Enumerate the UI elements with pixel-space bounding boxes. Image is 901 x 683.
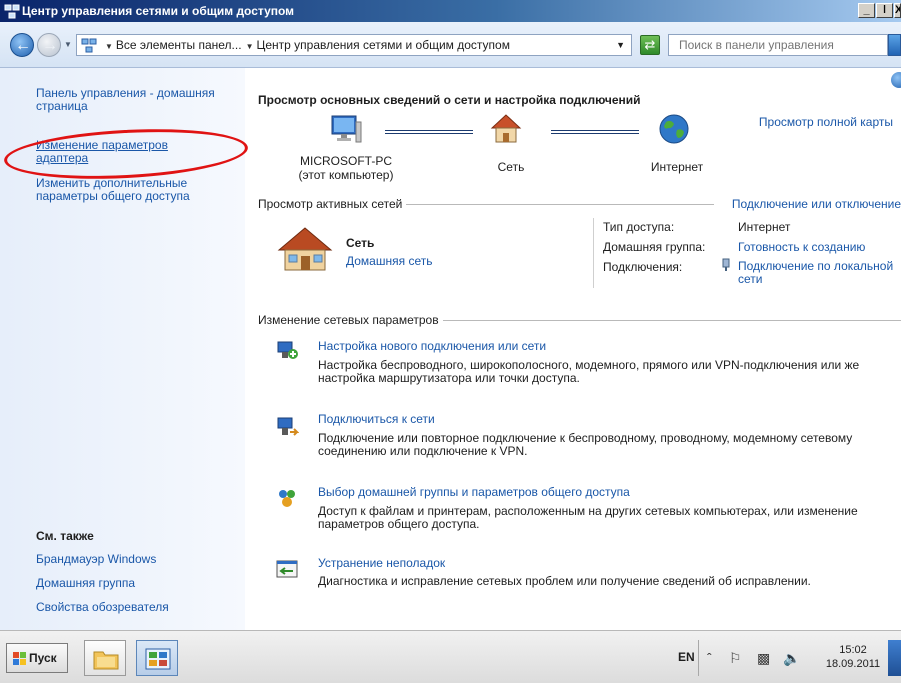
active-networks-heading: Просмотр активных сетей bbox=[258, 197, 407, 211]
homegroup-sharing-desc: Доступ к файлам и принтерам, расположенн… bbox=[318, 504, 858, 531]
connect-to-network-link[interactable]: Подключиться к сети bbox=[318, 412, 435, 426]
troubleshoot-desc: Диагностика и исправление сетевых пробле… bbox=[318, 574, 811, 588]
start-label: Пуск bbox=[29, 651, 57, 665]
section-divider bbox=[395, 204, 714, 205]
sidebar-link-advanced-sharing[interactable]: Изменить дополнительные параметры общего… bbox=[36, 177, 226, 203]
lan-connection-link[interactable]: Подключение по локальной сети bbox=[738, 260, 901, 286]
connect-to-network-desc: Подключение или повторное подключение к … bbox=[318, 431, 853, 458]
clock[interactable]: 15:02 18.09.2011 bbox=[825, 643, 881, 671]
network-center-icon bbox=[4, 4, 20, 19]
maximize-button[interactable]: ǀ bbox=[876, 3, 893, 18]
connector-line bbox=[385, 130, 473, 134]
clock-date: 18.09.2011 bbox=[825, 658, 881, 670]
address-dropdown-icon[interactable]: ▼ bbox=[616, 35, 625, 55]
control-panel-icon bbox=[81, 38, 97, 53]
refresh-icon: ⇄ bbox=[644, 37, 656, 52]
main-content: Просмотр основных сведений о сети и наст… bbox=[245, 68, 901, 630]
volume-icon[interactable]: 🔈 bbox=[783, 650, 800, 667]
action-center-flag-icon[interactable]: ⚐ bbox=[729, 650, 742, 667]
page-title: Просмотр основных сведений о сети и наст… bbox=[258, 93, 641, 107]
taskbar: Пуск EN ˆ ⚐ ▩ 🔈 15:02 18.09.2011 bbox=[0, 630, 901, 683]
access-type-label: Тип доступа: bbox=[603, 220, 675, 234]
internet-label: Интернет bbox=[650, 160, 704, 174]
taskbar-explorer-button[interactable] bbox=[84, 640, 126, 676]
back-button[interactable]: ← bbox=[10, 33, 34, 57]
computer-icon[interactable] bbox=[329, 112, 363, 146]
sidebar-link-home[interactable]: Панель управления - домашняя страница bbox=[36, 87, 231, 113]
connect-disconnect-link[interactable]: Подключение или отключение bbox=[727, 197, 901, 211]
arrow-right-icon: → bbox=[42, 37, 58, 54]
network-label: Сеть bbox=[497, 160, 525, 174]
sidebar: Панель управления - домашняя страница Из… bbox=[0, 68, 250, 630]
access-type-value: Интернет bbox=[738, 220, 791, 234]
lan-connection-icon bbox=[722, 258, 730, 271]
minimize-button[interactable]: _ bbox=[858, 3, 875, 18]
system-tray: ˆ ⚐ ▩ 🔈 15:02 18.09.2011 bbox=[698, 640, 886, 676]
house-network-icon[interactable] bbox=[489, 112, 523, 146]
breadcrumb-all-items[interactable]: Все элементы панел... bbox=[116, 38, 242, 52]
vertical-divider bbox=[593, 218, 594, 288]
troubleshoot-link[interactable]: Устранение неполадок bbox=[318, 556, 445, 570]
sidebar-link-internet-options[interactable]: Свойства обозревателя bbox=[36, 601, 169, 614]
full-map-link[interactable]: Просмотр полной карты bbox=[759, 115, 893, 129]
folder-icon bbox=[93, 651, 119, 670]
see-also-heading: См. также bbox=[36, 529, 94, 543]
homegroup-sharing-link[interactable]: Выбор домашней группы и параметров общег… bbox=[318, 485, 630, 499]
breadcrumb-network-center[interactable]: Центр управления сетями и общим доступом bbox=[256, 38, 510, 52]
network-type-link[interactable]: Домашняя сеть bbox=[346, 254, 432, 268]
start-button[interactable]: Пуск bbox=[6, 643, 68, 673]
new-connection-icon bbox=[277, 341, 298, 359]
computer-note: (этот компьютер) bbox=[298, 168, 394, 182]
setup-connection-link[interactable]: Настройка нового подключения или сети bbox=[318, 339, 546, 353]
sidebar-link-firewall[interactable]: Брандмауэр Windows bbox=[36, 553, 156, 566]
windows-logo-icon bbox=[13, 652, 26, 665]
network-tray-icon[interactable]: ▩ bbox=[757, 650, 770, 667]
navigation-bar: ← → ▼ ▼ Все элементы панел... ▼ Центр управ… bbox=[0, 22, 901, 68]
control-panel-icon bbox=[145, 648, 171, 670]
taskbar-control-panel-button[interactable] bbox=[136, 640, 178, 676]
homegroup-label: Домашняя группа: bbox=[603, 240, 706, 254]
connect-network-icon bbox=[277, 417, 299, 436]
connections-label: Подключения: bbox=[603, 260, 683, 274]
home-network-icon bbox=[277, 227, 333, 271]
computer-label: MICROSOFT-PC (этот компьютер) bbox=[281, 154, 411, 182]
search-box[interactable] bbox=[668, 34, 888, 56]
address-field[interactable]: ▼ Все элементы панел... ▼ Центр управления … bbox=[76, 34, 632, 56]
forward-button[interactable]: → bbox=[37, 33, 61, 57]
language-indicator[interactable]: EN bbox=[678, 650, 695, 664]
section-divider bbox=[443, 320, 901, 321]
show-desktop-button[interactable] bbox=[888, 640, 901, 676]
clock-time: 15:02 bbox=[839, 644, 867, 656]
globe-icon[interactable] bbox=[657, 112, 691, 146]
arrow-left-icon: ← bbox=[15, 37, 31, 54]
change-settings-heading: Изменение сетевых параметров bbox=[258, 313, 443, 327]
troubleshoot-icon bbox=[276, 560, 298, 578]
close-button[interactable]: X bbox=[894, 3, 901, 18]
homegroup-icon bbox=[279, 490, 295, 507]
title-bar: Центр управления сетями и общим доступом… bbox=[0, 0, 901, 22]
chevron-up-icon[interactable]: ˆ bbox=[707, 650, 712, 666]
search-input[interactable] bbox=[669, 35, 859, 55]
history-dropdown-icon[interactable]: ▼ bbox=[64, 40, 72, 49]
computer-name: MICROSOFT-PC bbox=[300, 154, 392, 168]
crumb-arrow-icon[interactable]: ▼ bbox=[105, 42, 113, 51]
network-name: Сеть bbox=[346, 236, 375, 250]
setup-connection-desc: Настройка беспроводного, широкополосного… bbox=[318, 358, 860, 385]
refresh-button[interactable]: ⇄ bbox=[640, 35, 660, 55]
connector-line bbox=[551, 130, 639, 134]
help-icon[interactable] bbox=[891, 72, 901, 88]
search-button[interactable] bbox=[888, 34, 901, 56]
homegroup-status-link[interactable]: Готовность к созданию bbox=[738, 240, 865, 254]
window-title: Центр управления сетями и общим доступом bbox=[22, 4, 295, 18]
sidebar-link-homegroup[interactable]: Домашняя группа bbox=[36, 577, 135, 590]
crumb-arrow-icon[interactable]: ▼ bbox=[246, 42, 254, 51]
